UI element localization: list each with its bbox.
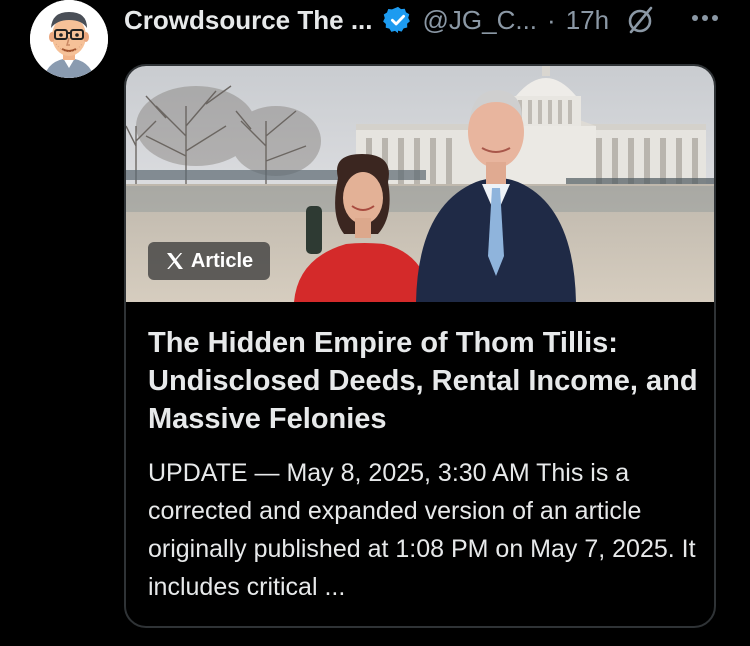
article-card[interactable]: Article The Hidden Empire of Thom Tillis… (124, 64, 716, 628)
more-dots-icon[interactable] (688, 6, 722, 30)
post-timestamp[interactable]: 17h (566, 5, 609, 36)
article-badge: Article (148, 242, 270, 280)
article-cover-image: Article (126, 66, 714, 302)
verified-badge-icon (382, 5, 413, 35)
article-badge-label: Article (190, 249, 254, 272)
separator-dot: · (547, 4, 556, 35)
article-title[interactable]: The Hidden Empire of Thom Tillis: Undisc… (148, 324, 708, 438)
article-excerpt: UPDATE — May 8, 2025, 3:30 AM This is a … (148, 459, 696, 601)
avatar[interactable] (30, 0, 108, 78)
post-header: Crowdsource The ... @JG_C... · 17h (124, 0, 724, 40)
avatar-illustration (30, 0, 108, 78)
x-logo-icon (165, 251, 185, 271)
display-name[interactable]: Crowdsource The ... (124, 5, 373, 36)
grok-icon[interactable] (625, 4, 657, 36)
user-handle[interactable]: @JG_C... (423, 5, 538, 36)
